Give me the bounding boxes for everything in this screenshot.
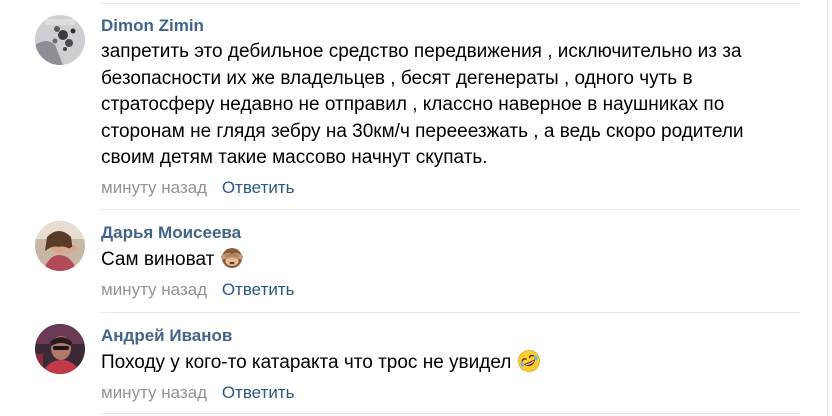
comment-author[interactable]: Андрей Иванов [101,326,801,346]
rolling-laughing-face-icon [517,349,541,373]
comment-meta: минуту назад Ответить [101,280,801,300]
comment-time[interactable]: минуту назад [101,178,207,197]
comment-divider [100,312,800,313]
comment-body: Андрей Иванов Походу у кого-то катаракта… [101,326,801,403]
comment-author[interactable]: Дарья Моисеева [101,223,801,243]
avatar[interactable] [35,324,85,374]
reply-button[interactable]: Ответить [222,280,295,299]
top-divider [100,3,800,4]
see-no-evil-monkey-icon [220,246,244,270]
comment-meta: минуту назад Ответить [101,383,801,403]
comment-divider [100,413,800,414]
comments-panel: Dimon Zimin запретить это дебильное сред… [0,0,832,416]
comment-meta: минуту назад Ответить [101,178,801,198]
comment-text: запретить это дебильное средство передви… [101,41,744,168]
comment-text-content: Сам виноват [101,249,215,270]
comment-body: Дарья Моисеева Сам виноват минуту назад … [101,223,801,300]
comment-divider [100,209,800,210]
comment-time[interactable]: минуту назад [101,383,207,402]
comment-body: Dimon Zimin запретить это дебильное сред… [101,16,801,198]
reply-button[interactable]: Ответить [222,178,295,197]
comment-text-content: Походу у кого-то катаракта что трос не у… [101,352,512,373]
comment-time[interactable]: минуту назад [101,280,207,299]
reply-button[interactable]: Ответить [222,383,295,402]
comment-author[interactable]: Dimon Zimin [101,16,801,36]
comment-text: Походу у кого-то катаракта что трос не у… [101,349,801,377]
avatar[interactable] [35,221,85,271]
comment-text: Сам виноват [101,246,801,274]
panel-border [827,0,828,416]
avatar[interactable] [35,15,85,65]
